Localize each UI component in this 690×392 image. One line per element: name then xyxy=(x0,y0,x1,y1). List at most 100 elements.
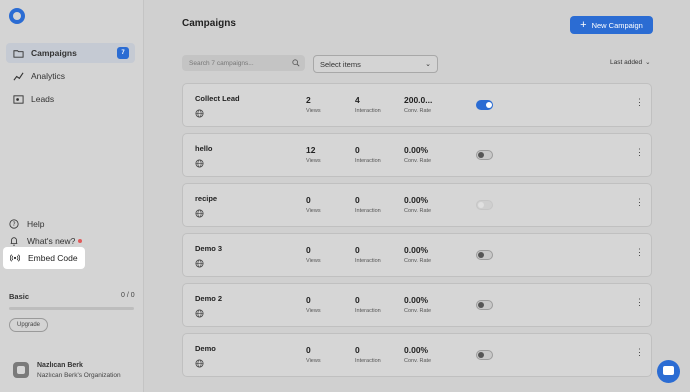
views-metric: 0 Views xyxy=(306,195,321,214)
whats-new-link[interactable]: What's new? xyxy=(9,234,83,248)
sidebar-item-label: Leads xyxy=(31,94,55,104)
interaction-label: Interaction xyxy=(355,358,381,364)
help-link[interactable]: ? Help xyxy=(9,217,44,231)
plan-name: Basic xyxy=(9,292,30,301)
sidebar-item-campaigns[interactable]: Campaigns 7 xyxy=(6,43,135,63)
conv-rate-value: 0.00% xyxy=(404,195,429,205)
sidebar-item-label: Analytics xyxy=(31,71,66,81)
conv-rate-value: 0.00% xyxy=(404,245,429,255)
campaign-name: Collect Lead xyxy=(195,94,240,103)
interaction-value: 0 xyxy=(355,195,360,205)
select-value: Select items xyxy=(320,59,361,69)
views-value: 12 xyxy=(306,145,316,155)
conv-rate-metric: 0.00% Conv. Rate xyxy=(404,145,431,164)
campaign-name: recipe xyxy=(195,194,218,203)
globe-icon xyxy=(195,359,204,368)
conv-rate-label: Conv. Rate xyxy=(404,108,432,114)
user-org: Nazlıcan Berk's Organization xyxy=(37,372,121,379)
views-metric: 0 Views xyxy=(306,345,321,364)
plan-usage: 0 / 0 xyxy=(121,292,135,299)
views-metric: 0 Views xyxy=(306,245,321,264)
notification-dot xyxy=(78,239,83,243)
more-options-icon[interactable]: ⋮ xyxy=(635,198,644,207)
chat-support-button[interactable] xyxy=(657,360,680,383)
page-title: Campaigns xyxy=(182,18,236,29)
search-input[interactable]: Search 7 campaigns... xyxy=(182,55,305,71)
search-icon xyxy=(292,59,300,67)
interaction-metric: 0 Interaction xyxy=(355,145,381,164)
campaign-card[interactable]: hello 12 Views 0 Interaction 0.00% Conv. Rate ⋮ xyxy=(182,133,652,177)
sidebar: Campaigns 7 Analytics Leads ? Help What'… xyxy=(0,0,144,392)
plus-icon: + xyxy=(580,18,587,31)
sidebar-item-leads[interactable]: Leads xyxy=(6,89,135,109)
interaction-label: Interaction xyxy=(355,108,381,114)
upgrade-button[interactable]: Upgrade xyxy=(9,318,48,332)
campaign-active-toggle[interactable] xyxy=(476,300,493,310)
views-value: 0 xyxy=(306,245,311,255)
conv-rate-metric: 0.00% Conv. Rate xyxy=(404,295,431,314)
interaction-label: Interaction xyxy=(355,158,381,164)
interaction-metric: 0 Interaction xyxy=(355,295,381,314)
views-label: Views xyxy=(306,308,321,314)
more-options-icon[interactable]: ⋮ xyxy=(635,248,644,257)
views-value: 0 xyxy=(306,345,311,355)
campaign-card[interactable]: Demo 2 0 Views 0 Interaction 0.00% Conv. Rate ⋮ xyxy=(182,283,652,327)
chevron-down-icon: ⌄ xyxy=(645,59,651,66)
more-options-icon[interactable]: ⋮ xyxy=(635,98,644,107)
more-options-icon[interactable]: ⋮ xyxy=(635,148,644,157)
search-placeholder: Search 7 campaigns... xyxy=(189,59,254,67)
interaction-metric: 0 Interaction xyxy=(355,345,381,364)
campaign-active-toggle[interactable] xyxy=(476,350,493,360)
leads-icon xyxy=(13,94,24,104)
app-logo[interactable] xyxy=(9,8,25,24)
plan-progress-bar xyxy=(9,307,134,310)
campaign-card[interactable]: Demo 3 0 Views 0 Interaction 0.00% Conv. Rate ⋮ xyxy=(182,233,652,277)
campaign-card[interactable]: Collect Lead 2 Views 4 Interaction 200.0... Co… xyxy=(182,83,652,127)
conv-rate-value: 0.00% xyxy=(404,345,429,355)
conv-rate-label: Conv. Rate xyxy=(404,258,432,264)
help-label: Help xyxy=(27,219,45,229)
more-options-icon[interactable]: ⋮ xyxy=(635,348,644,357)
campaign-name: Demo 2 xyxy=(195,294,223,303)
interaction-value: 0 xyxy=(355,295,360,305)
campaign-card[interactable]: Demo 0 Views 0 Interaction 0.00% Conv. Rate ⋮ xyxy=(182,333,652,377)
interaction-label: Interaction xyxy=(355,308,381,314)
embed-code-link[interactable]: Embed Code xyxy=(3,247,85,269)
sidebar-item-analytics[interactable]: Analytics xyxy=(6,66,135,86)
embed-code-label: Embed Code xyxy=(28,253,78,263)
avatar[interactable] xyxy=(13,362,29,378)
globe-icon xyxy=(195,109,204,118)
new-campaign-button[interactable]: + New Campaign xyxy=(570,16,653,34)
conv-rate-value: 0.00% xyxy=(404,295,429,305)
interaction-value: 0 xyxy=(355,345,360,355)
conv-rate-label: Conv. Rate xyxy=(404,208,432,214)
conv-rate-label: Conv. Rate xyxy=(404,358,432,364)
campaign-active-toggle[interactable] xyxy=(476,150,493,160)
conv-rate-metric: 0.00% Conv. Rate xyxy=(404,245,431,264)
svg-text:?: ? xyxy=(12,222,15,228)
views-value: 0 xyxy=(306,295,311,305)
sort-dropdown[interactable]: Last added ⌄ xyxy=(610,58,651,67)
chevron-down-icon: ⌄ xyxy=(425,61,431,68)
campaign-card[interactable]: recipe 0 Views 0 Interaction 0.00% Conv. Rate ⋮ xyxy=(182,183,652,227)
campaign-active-toggle[interactable] xyxy=(476,100,493,110)
conv-rate-metric: 0.00% Conv. Rate xyxy=(404,195,431,214)
folder-icon xyxy=(13,49,24,58)
select-items-dropdown[interactable]: Select items ⌄ xyxy=(313,55,438,73)
bell-icon xyxy=(10,237,18,246)
globe-icon xyxy=(195,259,204,268)
conv-rate-label: Conv. Rate xyxy=(404,308,432,314)
campaign-count-badge: 7 xyxy=(117,47,129,59)
interaction-value: 0 xyxy=(355,145,360,155)
campaign-name: Demo xyxy=(195,344,216,353)
more-options-icon[interactable]: ⋮ xyxy=(635,298,644,307)
conv-rate-metric: 200.0... Conv. Rate xyxy=(404,95,432,114)
help-icon: ? xyxy=(9,219,19,229)
campaign-active-toggle[interactable] xyxy=(476,250,493,260)
views-metric: 12 Views xyxy=(306,145,321,164)
conv-rate-metric: 0.00% Conv. Rate xyxy=(404,345,431,364)
views-metric: 0 Views xyxy=(306,295,321,314)
interaction-label: Interaction xyxy=(355,258,381,264)
interaction-metric: 4 Interaction xyxy=(355,95,381,114)
trend-icon xyxy=(13,72,24,80)
